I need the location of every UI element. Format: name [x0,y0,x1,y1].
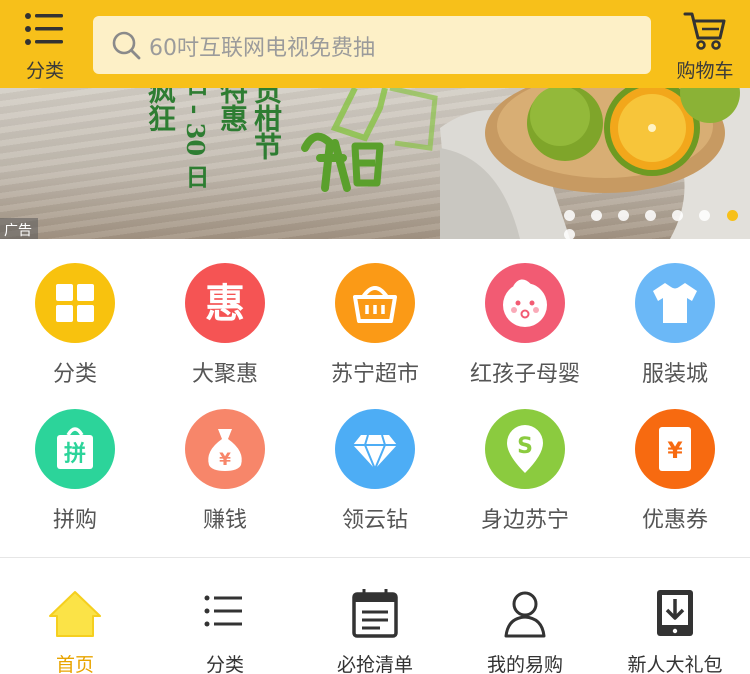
svg-text:S: S [517,434,533,459]
grid-item-pingou[interactable]: 拼 拼购 [0,385,150,533]
hui-character-icon: 惠 [185,263,265,343]
promo-banner[interactable]: 疯狂 日 - 30 日 特惠 贡柑节 广告 [0,88,750,239]
baby-face-icon [485,263,565,343]
bottom-nav: 首页 分类 必抢清单 我的易购 新人大礼包 [0,558,750,674]
banner-text-col-2: 日 - 30 日 [181,88,210,189]
grid-item-label: 分类 [52,362,97,387]
svg-text:惠: 惠 [205,281,245,327]
grid-item-clothing[interactable]: 服装城 [600,239,750,387]
nav-category[interactable]: 分类 [150,558,300,674]
grid-item-coupon[interactable]: ¥ 优惠券 [600,385,750,533]
calendar-list-icon [344,586,406,646]
nav-label: 我的易购 [486,654,563,674]
nav-label: 新人大礼包 [627,654,723,674]
svg-text:¥: ¥ [219,450,231,470]
grid-item-label: 红孩子母婴 [469,362,580,387]
nav-must-buy[interactable]: 必抢清单 [300,558,450,674]
user-icon [494,586,556,646]
grid-item-nearby[interactable]: S 身边苏宁 [450,385,600,533]
grid-item-baby[interactable]: 红孩子母婴 [450,239,600,387]
home-icon [44,586,106,646]
category-grid: 分类 惠 大聚惠 苏宁超市 红孩子母婴 服装城 拼 拼购 ¥ 赚钱 领云钻 S … [0,239,750,557]
nav-label: 首页 [55,654,94,674]
nav-home[interactable]: 首页 [0,558,150,674]
cart-icon [683,10,727,56]
category-label: 分类 [25,60,64,82]
money-bag-icon: ¥ [185,409,265,489]
list-icon [194,586,256,646]
grid-item-label: 身边苏宁 [480,508,569,533]
category-button[interactable]: 分类 [0,0,90,88]
grid-item-supermarket[interactable]: 苏宁超市 [300,239,450,387]
search-input[interactable]: 60吋互联网电视免费抽 [93,16,651,74]
cart-button[interactable]: 购物车 [660,0,750,88]
pin-bag-icon: 拼 [35,409,115,489]
grid-item-label: 拼购 [52,508,97,533]
tshirt-icon [635,263,715,343]
gift-download-icon [644,586,706,646]
grid-item-earn[interactable]: ¥ 赚钱 [150,385,300,533]
grid-item-category[interactable]: 分类 [0,239,150,387]
grid-item-label: 苏宁超市 [330,362,419,387]
grid-item-label: 服装城 [641,362,708,387]
grid-item-label: 领云钻 [341,508,408,533]
menu-list-icon [24,10,66,54]
grid-item-cloud-diamond[interactable]: 领云钻 [300,385,450,533]
carousel-dot[interactable] [564,210,575,221]
grid-item-label: 优惠券 [641,508,708,533]
search-placeholder: 60吋互联网电视免费抽 [149,36,375,61]
location-s-icon: S [485,409,565,489]
banner-brush-art [301,88,438,192]
nav-my-account[interactable]: 我的易购 [450,558,600,674]
grid-squares-icon [35,263,115,343]
carousel-dot[interactable] [564,229,575,239]
banner-text-col-1: 疯狂 [144,88,177,132]
carousel-dots[interactable] [564,206,750,239]
top-header: 分类 60吋互联网电视免费抽 购物车 [0,0,750,88]
search-icon [111,30,143,66]
grid-item-label: 赚钱 [202,508,247,533]
banner-text-col-3: 特惠 [216,88,249,132]
nav-new-user-gift[interactable]: 新人大礼包 [600,558,750,674]
diamond-icon [335,409,415,489]
svg-text:拼: 拼 [64,441,86,467]
nav-label: 必抢清单 [336,654,413,674]
grid-item-label: 大聚惠 [191,362,258,387]
svg-text:¥: ¥ [667,439,683,464]
grid-item-dajuhui[interactable]: 惠 大聚惠 [150,239,300,387]
carousel-dot-active[interactable] [726,210,738,221]
basket-icon [335,263,415,343]
cart-label: 购物车 [676,60,734,82]
banner-text-col-4: 贡柑节 [250,88,283,160]
nav-label: 分类 [205,654,244,674]
coupon-yen-icon: ¥ [635,409,715,489]
ad-label: 广告 [0,218,38,239]
